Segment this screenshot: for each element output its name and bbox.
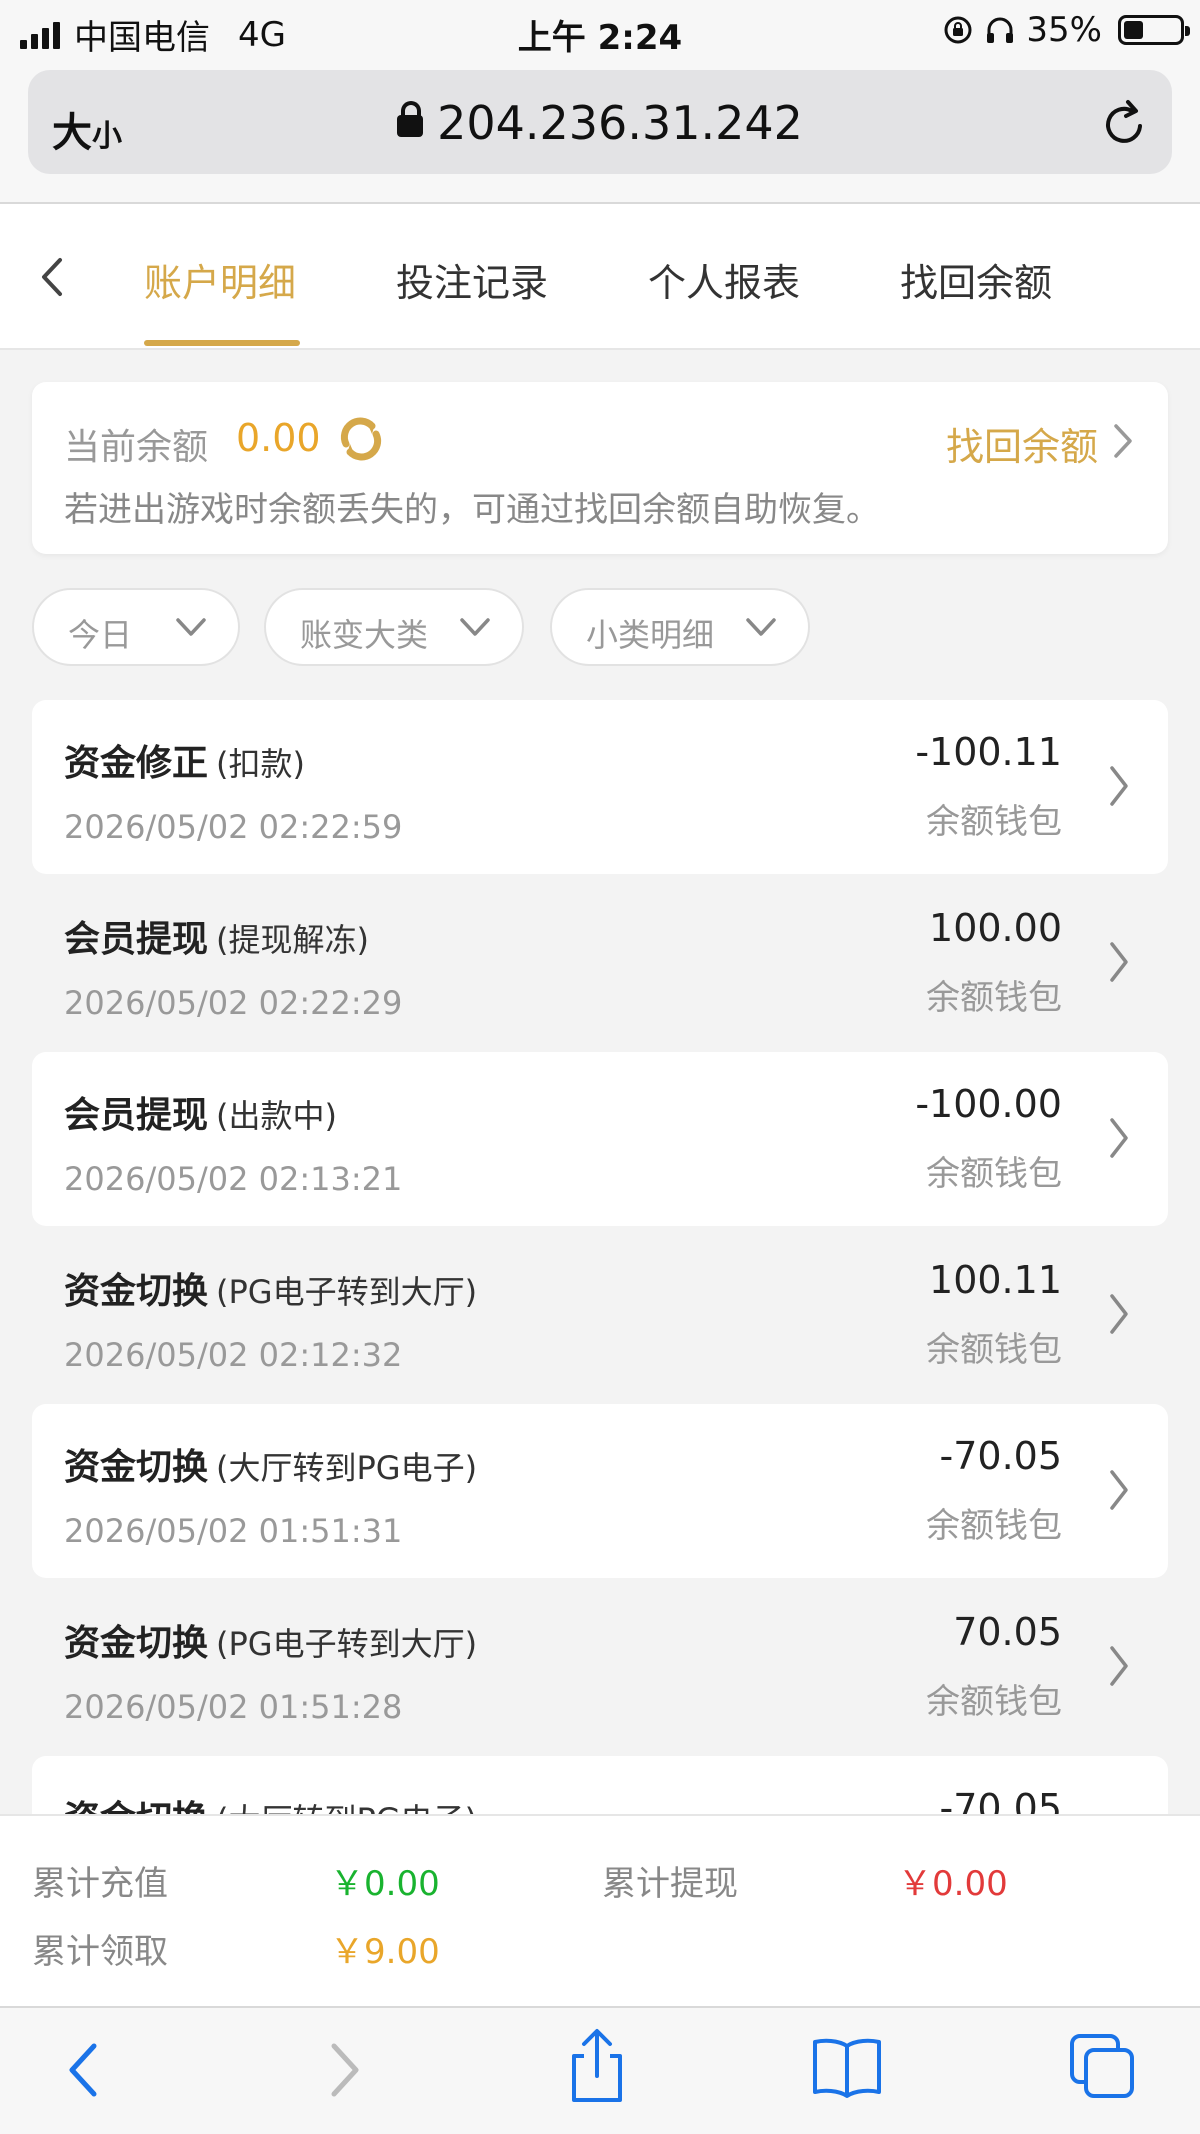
tab-recover-balance[interactable]: 找回余额 <box>900 252 1052 307</box>
tab-header: 账户明细 投注记录 个人报表 找回余额 <box>0 204 1200 350</box>
record-wallet: 余额钱包 <box>926 1506 1062 1546</box>
record-wallet: 余额钱包 <box>926 1330 1062 1370</box>
share-icon[interactable] <box>562 2026 632 2106</box>
url-display[interactable]: 204.236.31.242 <box>28 96 1172 150</box>
record-wallet: 余额钱包 <box>926 978 1062 1018</box>
record-wallet: 余额钱包 <box>926 802 1062 842</box>
chevron-down-icon <box>460 618 490 636</box>
record-subtype: (大厅转到PG电子) <box>216 1449 478 1487</box>
total-recharge-value: ￥0.00 <box>330 1864 440 1904</box>
record-time: 2026/05/02 02:22:29 <box>64 984 403 1022</box>
balance-value: 0.00 <box>236 416 321 460</box>
record-subtype: (出款中) <box>216 1097 337 1135</box>
chevron-right-icon <box>1110 1646 1128 1686</box>
record-type: 会员提现 <box>64 1095 209 1136</box>
record-subtype: (PG电子转到大厅) <box>216 1625 478 1663</box>
record-amount: 70.05 <box>953 1610 1062 1654</box>
record-time: 2026/05/02 02:13:21 <box>64 1160 403 1198</box>
battery-fill <box>1124 21 1143 39</box>
totals-footer: 累计充值 ￥0.00 累计提现 ￥0.00 累计领取 ￥9.00 <box>0 1814 1200 2006</box>
filter-subcategory[interactable]: 小类明细 <box>550 588 810 666</box>
lock-icon <box>397 101 424 137</box>
record-amount: 100.11 <box>929 1258 1062 1302</box>
record-amount: -100.00 <box>915 1082 1062 1126</box>
record-amount: 100.00 <box>929 906 1062 950</box>
battery-icon <box>1118 15 1190 45</box>
url-text: 204.236.31.242 <box>437 96 803 150</box>
record-title: 会员提现 (出款中) <box>64 1086 337 1138</box>
chevron-right-icon <box>1110 1294 1128 1334</box>
record-row[interactable]: 会员提现 (出款中) 2026/05/02 02:13:21 -100.00 余额… <box>32 1052 1168 1226</box>
record-wallet: 余额钱包 <box>926 1682 1062 1722</box>
chevron-down-icon <box>746 618 776 636</box>
filter-subcategory-label: 小类明细 <box>586 616 715 654</box>
recover-balance-link[interactable]: 找回余额 <box>946 416 1098 471</box>
reload-icon[interactable] <box>1100 96 1150 150</box>
record-title: 资金修正 (扣款) <box>64 734 305 786</box>
chevron-right-icon[interactable] <box>1110 420 1136 462</box>
record-type: 资金修正 <box>64 743 209 784</box>
filter-date[interactable]: 今日 <box>32 588 240 666</box>
tabs-icon[interactable] <box>1068 2032 1138 2102</box>
record-row[interactable]: 资金切换 (PG电子转到大厅) 2026/05/02 02:12:32 100.1… <box>32 1228 1168 1402</box>
record-row[interactable]: 会员提现 (提现解冻) 2026/05/02 02:22:29 100.00 余额… <box>32 876 1168 1050</box>
record-time: 2026/05/02 02:12:32 <box>64 1336 403 1374</box>
record-type: 会员提现 <box>64 919 209 960</box>
record-title: 资金切换 (PG电子转到大厅) <box>64 1262 477 1314</box>
record-row[interactable]: 资金切换 (PG电子转到大厅) 2026/05/02 01:51:28 70.05… <box>32 1580 1168 1754</box>
filter-category-label: 账变大类 <box>300 616 429 654</box>
record-wallet: 余额钱包 <box>926 1154 1062 1194</box>
record-amount: -100.11 <box>915 730 1062 774</box>
record-type: 资金切换 <box>64 1271 209 1312</box>
total-claim-value: ￥9.00 <box>330 1932 440 1972</box>
tab-personal-report[interactable]: 个人报表 <box>648 252 800 307</box>
chevron-right-icon <box>1110 766 1128 806</box>
rotation-lock-icon <box>944 16 972 44</box>
browser-toolbar <box>0 2006 1200 2134</box>
filter-date-label: 今日 <box>68 616 133 654</box>
record-row[interactable]: 资金切换 (大厅转到PG电子) 2026/05/02 01:51:31 -70.0… <box>32 1404 1168 1578</box>
active-tab-indicator <box>144 340 300 346</box>
chevron-right-icon <box>1110 1470 1128 1510</box>
total-withdraw-value: ￥0.00 <box>898 1864 1008 1904</box>
record-amount: -70.05 <box>939 1434 1063 1478</box>
record-title: 资金切换(大厅转到PG电子) <box>64 1438 477 1490</box>
chevron-down-icon <box>176 618 206 636</box>
record-time: 2026/05/02 01:51:28 <box>64 1688 403 1726</box>
record-subtype: (提现解冻) <box>216 921 369 959</box>
record-row[interactable]: 资金修正 (扣款) 2026/05/02 02:22:59 -100.11 余额钱… <box>32 700 1168 874</box>
chevron-right-icon <box>1110 942 1128 982</box>
record-time: 2026/05/02 01:51:31 <box>64 1512 403 1550</box>
status-bar: 中国电信 4G 上午 2:24 35% <box>0 0 1200 62</box>
record-subtype: (扣款) <box>216 745 305 783</box>
total-claim-label: 累计领取 <box>32 1932 168 1972</box>
record-type: 资金切换 <box>64 1447 209 1488</box>
browser-forward-icon[interactable] <box>324 2038 364 2102</box>
headphones-icon <box>987 17 1014 43</box>
balance-label: 当前余额 <box>64 427 209 468</box>
balance-hint: 若进出游戏时余额丢失的，可通过找回余额自助恢复。 <box>64 490 880 530</box>
total-recharge-label: 累计充值 <box>32 1864 168 1904</box>
record-type: 资金切换 <box>64 1623 209 1664</box>
browser-address-bar: 大小 204.236.31.242 <box>0 62 1200 204</box>
filter-category[interactable]: 账变大类 <box>264 588 524 666</box>
tab-account-detail[interactable]: 账户明细 <box>144 252 296 307</box>
browser-back-icon[interactable] <box>64 2038 104 2102</box>
balance-card: 当前余额 0.00 找回余额 若进出游戏时余额丢失的，可通过找回余额自助恢复。 <box>32 382 1168 554</box>
battery-percent: 35% <box>1026 10 1102 50</box>
record-title: 会员提现 (提现解冻) <box>64 910 369 962</box>
refresh-balance-icon[interactable] <box>334 412 388 466</box>
record-subtype: (PG电子转到大厅) <box>216 1273 478 1311</box>
url-field[interactable]: 大小 204.236.31.242 <box>28 70 1172 174</box>
status-right: 35% <box>942 10 1190 50</box>
total-withdraw-label: 累计提现 <box>602 1864 738 1904</box>
record-time: 2026/05/02 02:22:59 <box>64 808 403 846</box>
back-chevron-icon[interactable] <box>34 252 68 302</box>
record-title: 资金切换 (PG电子转到大厅) <box>64 1614 477 1666</box>
chevron-right-icon <box>1110 1118 1128 1158</box>
bookmarks-icon[interactable] <box>810 2034 884 2100</box>
tab-bet-records[interactable]: 投注记录 <box>396 252 548 307</box>
